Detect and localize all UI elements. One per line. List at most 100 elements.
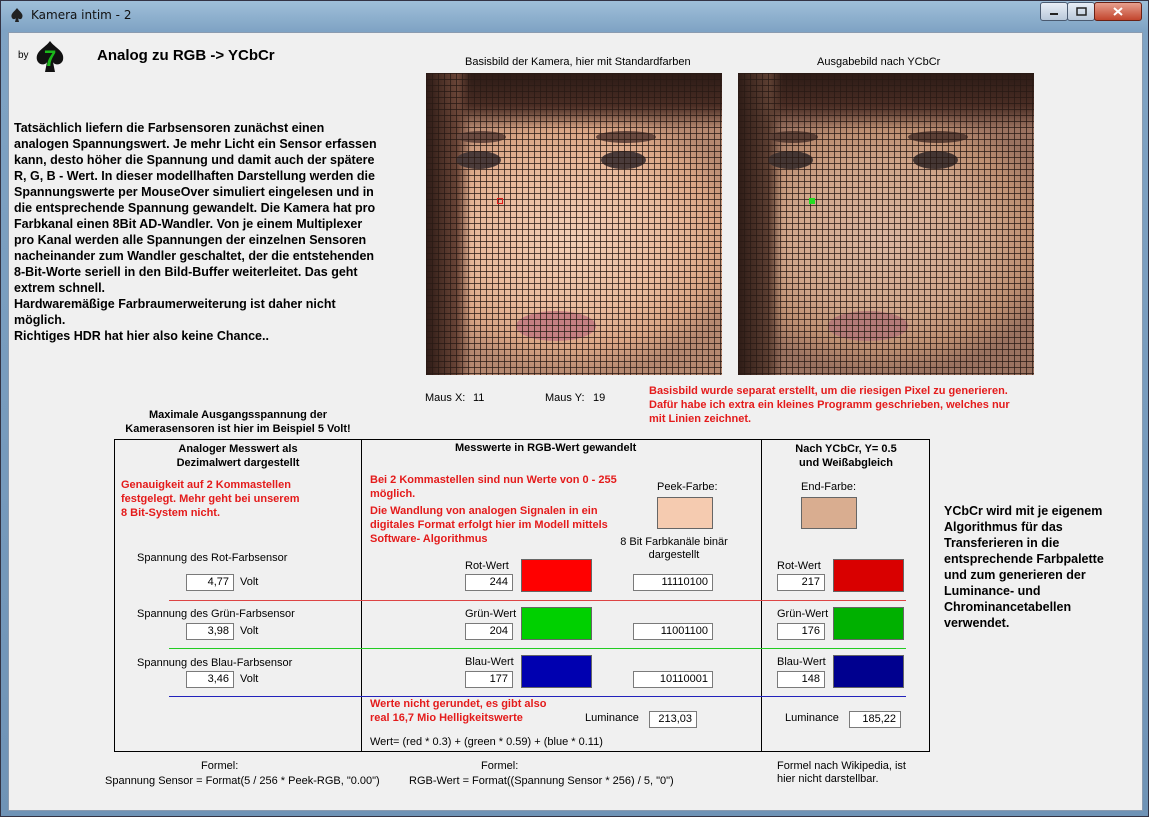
pixel-cursor-right [809,198,815,204]
intro-line: Spannungswerte per MouseOver simuliert e… [14,185,374,199]
green-value-field[interactable]: 204 [465,623,513,640]
intro-line: Tatsächlich liefern die Farbsensoren zun… [14,121,325,135]
maximize-button[interactable] [1067,2,1095,21]
camera-base-image[interactable] [426,73,722,375]
end-color-swatch [801,497,857,529]
luminance-label: Luminance [585,712,639,724]
ycc-red-field[interactable]: 217 [777,574,825,591]
client-area: by 7 Analog zu RGB -> YCbCr Tatsächlich … [8,32,1143,811]
ycbcr-explanation: YCbCr wird mit je eigenem Algorithmus für… [944,503,1104,631]
green-voltage-unit: Volt [240,625,259,637]
green-voltage-field[interactable]: 3,98 [186,623,234,640]
note-line: Die Wandlung von analogen Signalen in ei… [370,505,598,517]
binary-header: 8 Bit Farbkanäle binär dargestellt [609,536,739,562]
luminance-field[interactable]: 213,03 [649,711,697,728]
note-line: Bei 2 Kommastellen sind nun Werte von 0 … [370,474,617,486]
formula2-title: Formel: [481,760,519,772]
ycc-red-label: Rot-Wert [777,560,821,572]
red-value-field[interactable]: 244 [465,574,513,591]
green-row-separator [169,648,906,649]
ycc-green-label: Grün-Wert [777,608,829,620]
header-line: 8 Bit Farbkanäle binär [620,536,728,548]
blue-value-field[interactable]: 177 [465,671,513,688]
intro-line: möglich. [14,313,66,327]
header-line: dargestellt [648,549,700,561]
header-line: und Weißabgleich [799,457,893,469]
by-label: by [18,50,29,61]
note-line: festgelegt. Mehr geht bei unserem [121,493,300,505]
col2-header: Messwerte in RGB-Wert gewandelt [455,442,637,454]
minimize-button[interactable] [1040,2,1068,21]
red-binary-field[interactable]: 11110100 [633,574,713,591]
note-line: verwendet. [944,616,1010,630]
intro-line: R, G, B - Wert. In dieser modellhaften D… [14,169,375,183]
red-voltage-unit: Volt [240,576,259,588]
green-voltage-label: Spannung des Grün-Farbsensor [137,608,295,620]
ycc-green-field[interactable]: 176 [777,623,825,640]
window-title: Kamera intim - 2 [31,8,132,22]
note-line: und zum generieren der [944,568,1086,582]
app-spade-icon [11,8,23,22]
ycc-green-swatch [833,607,904,640]
red-voltage-field[interactable]: 4,77 [186,574,234,591]
note-line: entsprechende Farbpalette [944,552,1104,566]
ycc-blue-swatch [833,655,904,688]
minimize-icon [1050,12,1058,15]
svg-text:7: 7 [44,46,56,71]
note-line: mit Linien zeichnet. [649,413,752,425]
col2-range-note: Bei 2 Kommastellen sind nun Werte von 0 … [370,473,617,501]
heading-line: Maximale Ausgangsspannung der [148,409,328,421]
mouse-x-value: 11 [473,392,485,404]
note-line: möglich. [370,488,416,500]
note-line: Basisbild wurde separat erstellt, um die… [649,385,1008,397]
note-line: YCbCr wird mit je eigenem [944,504,1103,518]
intro-line: pro Kanal werden alle Spannungen der ein… [14,233,367,247]
close-button[interactable] [1094,2,1142,21]
red-value-label: Rot-Wert [465,560,509,572]
green-binary-field[interactable]: 11001100 [633,623,713,640]
blue-voltage-field[interactable]: 3,46 [186,671,234,688]
max-voltage-heading: Maximale Ausgangsspannung der Kamerasenso… [107,408,369,436]
mouse-y-value: 19 [593,392,606,404]
formula1-text: Spannung Sensor = Format(5 / 256 * Peek-… [105,775,380,787]
col2-conversion-note: Die Wandlung von analogen Signalen in ei… [370,504,608,546]
author-logo: 7 [36,41,64,72]
intro-line: Farbkanal einen 8Bit AD-Wandler. Von je … [14,217,363,231]
green-value-label: Grün-Wert [465,608,517,620]
intro-line: 8-Bit-Worte seriell in den Bild-Buffer w… [14,265,358,279]
note-line: Chrominancetabellen [944,600,1072,614]
ycc-luminance-field[interactable]: 185,22 [849,711,901,728]
note-line: 8 Bit-System nicht. [121,507,221,519]
header-line: Nach YCbCr, Y= 0.5 [795,443,897,455]
blue-binary-field[interactable]: 10110001 [633,671,713,688]
col3-header: Nach YCbCr, Y= 0.5 und Weißabgleich [762,442,930,470]
formula3-text: Formel nach Wikipedia, ist hier nicht dar… [777,760,906,786]
intro-text: Tatsächlich liefern die Farbsensoren zun… [14,120,414,344]
ycc-blue-field[interactable]: 148 [777,671,825,688]
right-image-caption: Ausgabebild nach YCbCr [817,56,941,68]
title-bar[interactable]: Kamera intim - 2 [1,1,1148,31]
blue-voltage-label: Spannung des Blau-Farbsensor [137,657,293,669]
end-color-label: End-Farbe: [801,481,857,493]
blue-value-swatch [521,655,592,688]
intro-line: nacheinander zum Wandler geschaltet, der… [14,249,375,263]
maximize-icon [1075,7,1087,16]
ycc-blue-label: Blau-Wert [777,656,826,668]
intro-line: die entsprechende Spannung gewandelt. Di… [14,201,376,215]
col1-header: Analoger Messwert als Dezimalwert dargest… [115,442,361,470]
note-line: Transferieren in die [944,536,1060,550]
formula1-title: Formel: [201,760,239,772]
luminance-formula: Wert= (red * 0.3) + (green * 0.59) + (bl… [370,736,603,748]
note-line: real 16,7 Mio Helligkeitswerte [370,712,523,724]
red-value-swatch [521,559,592,592]
peek-color-label: Peek-Farbe: [657,481,718,493]
intro-line: kann, desto höher die Spannung und damit… [14,153,375,167]
ycbcr-output-image[interactable] [738,73,1034,375]
header-line: Analoger Messwert als [178,443,298,455]
note-line: Werte nicht gerundet, es gibt also [370,698,547,710]
page-title: Analog zu RGB -> YCbCr [97,47,275,64]
formula-line: hier nicht darstellbar. [777,773,879,785]
peek-color-swatch [657,497,713,529]
formula-line: Formel nach Wikipedia, ist [777,760,906,772]
note-line: Dafür habe ich extra ein kleines Program… [649,399,1010,411]
